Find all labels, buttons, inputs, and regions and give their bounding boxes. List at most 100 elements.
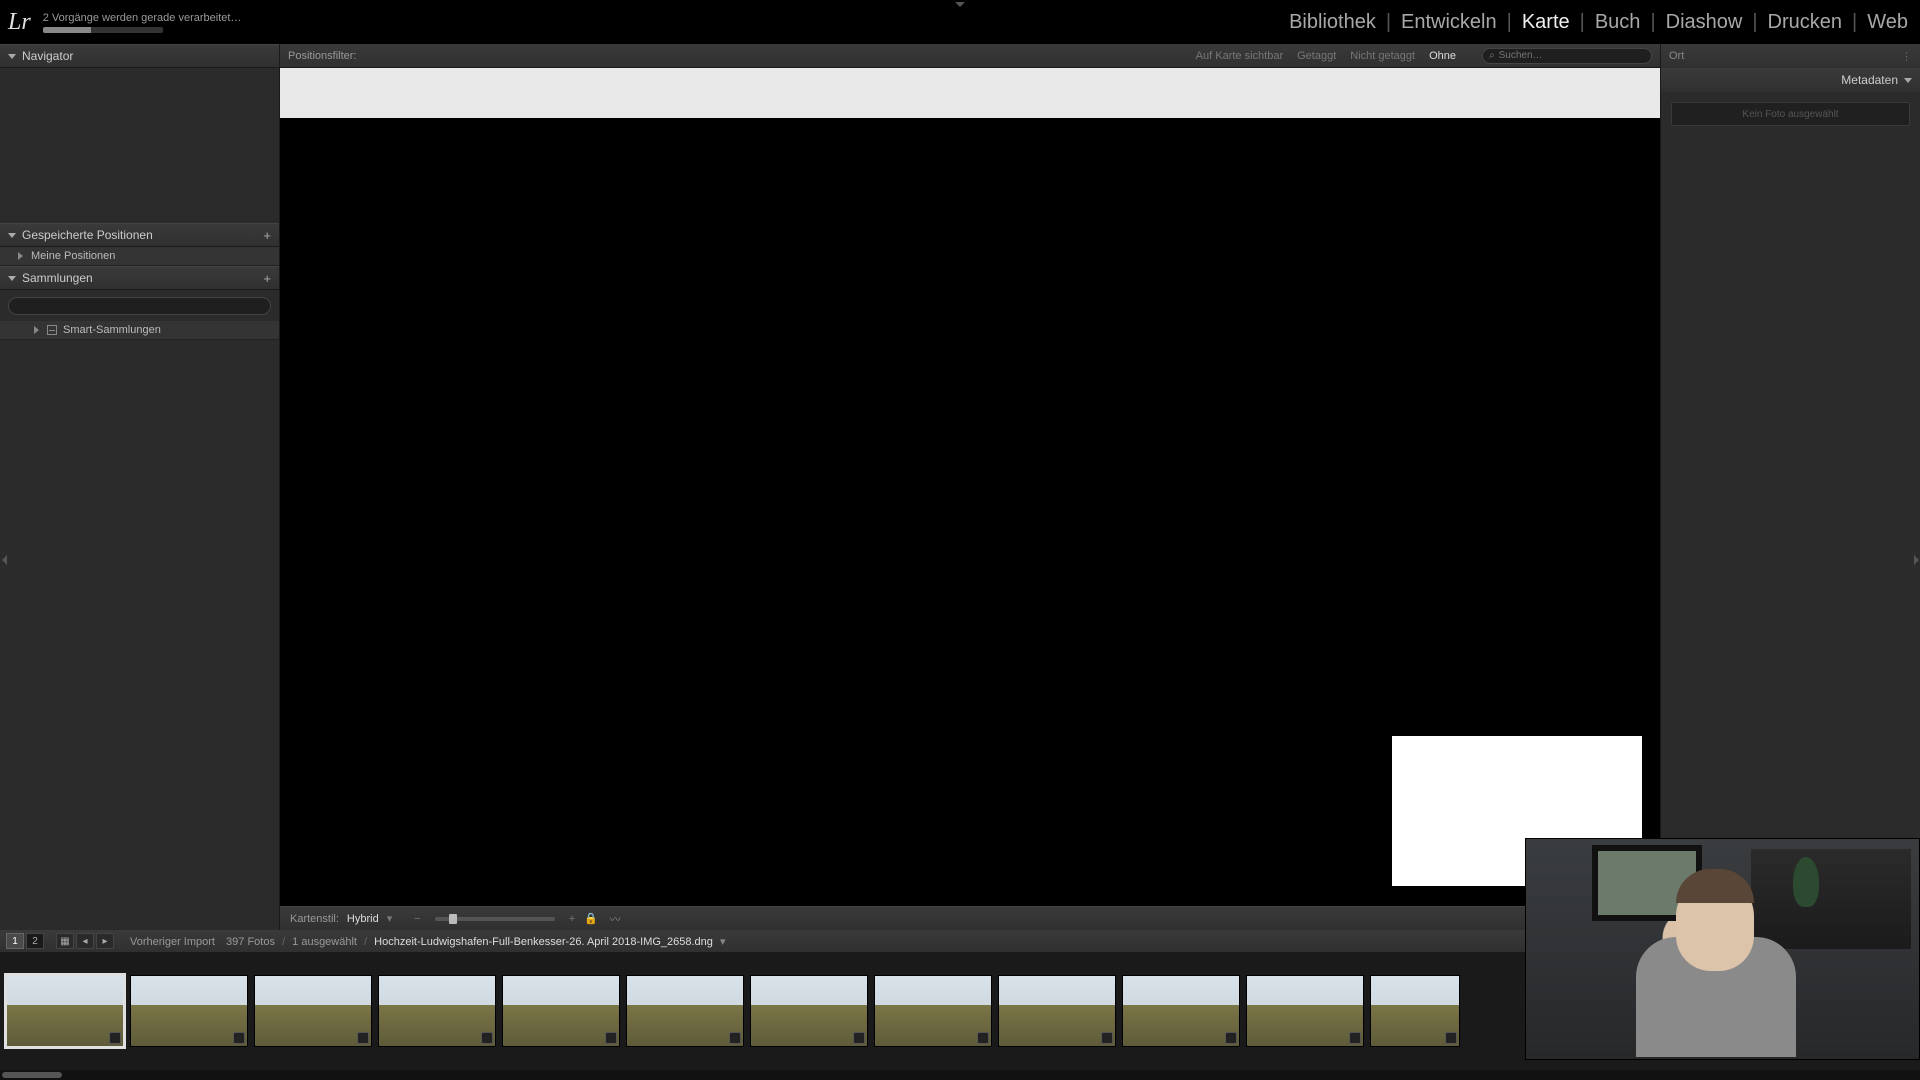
filmstrip-thumb[interactable] (1246, 975, 1364, 1047)
navigator-preview (0, 68, 279, 223)
second-window-button[interactable]: 2 (26, 933, 44, 949)
left-panel: Navigator Gespeicherte Positionen + Mein… (0, 44, 280, 930)
saved-location-label: Meine Positionen (31, 250, 115, 262)
search-icon: ⌕ (1489, 50, 1495, 61)
thumb-badge-icon (1445, 1032, 1457, 1044)
crumb-count: 397 Fotos (226, 936, 275, 948)
map-search-input[interactable] (1499, 50, 1645, 61)
next-button[interactable]: ▸ (96, 933, 114, 949)
filmstrip-thumb[interactable] (130, 975, 248, 1047)
module-karte[interactable]: Karte (1518, 11, 1574, 34)
metadata-empty-text: Kein Foto ausgewählt (1742, 109, 1838, 120)
collections-title: Sammlungen (22, 271, 263, 285)
saved-locations-title: Gespeicherte Positionen (22, 228, 263, 242)
grid-view-button[interactable]: ▦ (56, 933, 74, 949)
add-location-button[interactable]: + (263, 228, 271, 243)
module-web[interactable]: Web (1863, 11, 1912, 34)
map-canvas[interactable] (280, 68, 1660, 906)
module-diashow[interactable]: Diashow (1662, 11, 1747, 34)
module-entwickeln[interactable]: Entwickeln (1397, 11, 1501, 34)
thumb-badge-icon (357, 1032, 369, 1044)
crumb-filename: Hochzeit-Ludwigshafen-Full-Benkesser-26.… (374, 936, 713, 948)
chevron-down-icon (8, 276, 16, 281)
center-area: Positionsfilter: Auf Karte sichtbar Geta… (280, 44, 1660, 930)
filmstrip-thumb[interactable] (626, 975, 744, 1047)
filmstrip-thumb[interactable] (1122, 975, 1240, 1047)
location-header[interactable]: Ort ⋮ (1661, 44, 1920, 68)
prev-button[interactable]: ◂ (76, 933, 94, 949)
filmstrip-thumb[interactable] (874, 975, 992, 1047)
chevron-down-icon[interactable]: ▾ (720, 936, 726, 948)
thumb-badge-icon (1349, 1032, 1361, 1044)
filmstrip-thumb[interactable] (502, 975, 620, 1047)
thumb-badge-icon (109, 1032, 121, 1044)
left-panel-handle[interactable] (0, 540, 8, 580)
filmstrip-scrollbar[interactable] (0, 1070, 1920, 1080)
filter-tagged[interactable]: Getaggt (1297, 50, 1336, 62)
thumb-badge-icon (605, 1032, 617, 1044)
map-bottom-toolbar: Kartenstil: Hybrid ▾ − + 🔒 〰 (280, 906, 1660, 930)
chevron-down-icon (1904, 78, 1912, 83)
right-panel-handle[interactable] (1912, 540, 1920, 580)
module-drucken[interactable]: Drucken (1764, 11, 1846, 34)
chevron-down-icon (8, 54, 16, 59)
webcam-bg-shelf (1751, 849, 1911, 949)
filmstrip-thumb[interactable] (998, 975, 1116, 1047)
map-zoom-slider[interactable] (435, 917, 555, 921)
app-logo: Lr (8, 9, 31, 36)
add-collection-button[interactable]: + (263, 271, 271, 286)
filmstrip-thumb[interactable] (750, 975, 868, 1047)
webcam-overlay (1525, 838, 1920, 1060)
thumb-badge-icon (1225, 1032, 1237, 1044)
chevron-right-icon (34, 326, 39, 334)
navigator-title: Navigator (22, 49, 271, 63)
webcam-bg-plant (1793, 857, 1819, 907)
filmstrip-thumb[interactable] (378, 975, 496, 1047)
map-search[interactable]: ⌕ (1482, 48, 1652, 64)
scrollbar-thumb[interactable] (2, 1072, 62, 1078)
main-window-button[interactable]: 1 (6, 933, 24, 949)
map-style-label: Kartenstil: (290, 913, 339, 925)
thumb-badge-icon (977, 1032, 989, 1044)
collections-filter-input[interactable] (8, 297, 271, 315)
metadata-empty: Kein Foto ausgewählt (1671, 102, 1910, 126)
crumb-source: Vorheriger Import (130, 936, 215, 948)
activity-status: 2 Vorgänge werden gerade verarbeitet… (43, 12, 242, 33)
smart-collections-item[interactable]: Smart-Sammlungen (0, 321, 279, 340)
collections-header[interactable]: Sammlungen + (0, 266, 279, 290)
chevron-right-icon (18, 252, 23, 260)
filmstrip-thumb[interactable] (254, 975, 372, 1047)
lock-icon[interactable]: 🔒 (583, 911, 599, 927)
smart-collections-label: Smart-Sammlungen (63, 324, 161, 336)
filter-untagged[interactable]: Nicht getaggt (1350, 50, 1415, 62)
tracklog-icon[interactable]: 〰 (607, 911, 623, 927)
crumb-selected: 1 ausgewählt (292, 936, 357, 948)
metadata-header[interactable]: Metadaten (1661, 68, 1920, 92)
module-buch[interactable]: Buch (1591, 11, 1645, 34)
metadata-title: Metadaten (1841, 73, 1898, 87)
thumb-badge-icon (1101, 1032, 1113, 1044)
smart-collection-icon (47, 325, 57, 335)
navigator-header[interactable]: Navigator (0, 44, 279, 68)
saved-locations-header[interactable]: Gespeicherte Positionen + (0, 223, 279, 247)
saved-location-item[interactable]: Meine Positionen (0, 247, 279, 266)
map-style-value[interactable]: Hybrid (347, 913, 379, 925)
location-label: Ort (1669, 50, 1684, 62)
map-loading-strip (280, 68, 1660, 118)
location-menu-icon[interactable]: ⋮ (1901, 50, 1912, 63)
filmstrip-thumb[interactable] (1370, 975, 1460, 1047)
filter-visible-on-map[interactable]: Auf Karte sichtbar (1196, 50, 1283, 62)
top-panel-handle[interactable] (940, 0, 980, 8)
thumb-badge-icon (729, 1032, 741, 1044)
thumb-badge-icon (481, 1032, 493, 1044)
map-filter-bar: Positionsfilter: Auf Karte sichtbar Geta… (280, 44, 1660, 68)
chevron-down-icon (8, 233, 16, 238)
right-panel: Ort ⋮ Metadaten Kein Foto ausgewählt (1660, 44, 1920, 930)
secondary-display-buttons: 1 2 (6, 933, 44, 949)
filter-none[interactable]: Ohne (1429, 50, 1456, 62)
thumb-badge-icon (233, 1032, 245, 1044)
filmstrip-breadcrumb[interactable]: Vorheriger Import 397 Fotos / 1 ausgewäh… (130, 935, 726, 948)
filmstrip-thumb[interactable] (6, 975, 124, 1047)
module-picker: Bibliothek| Entwickeln| Karte| Buch| Dia… (1285, 11, 1912, 34)
module-bibliothek[interactable]: Bibliothek (1285, 11, 1380, 34)
